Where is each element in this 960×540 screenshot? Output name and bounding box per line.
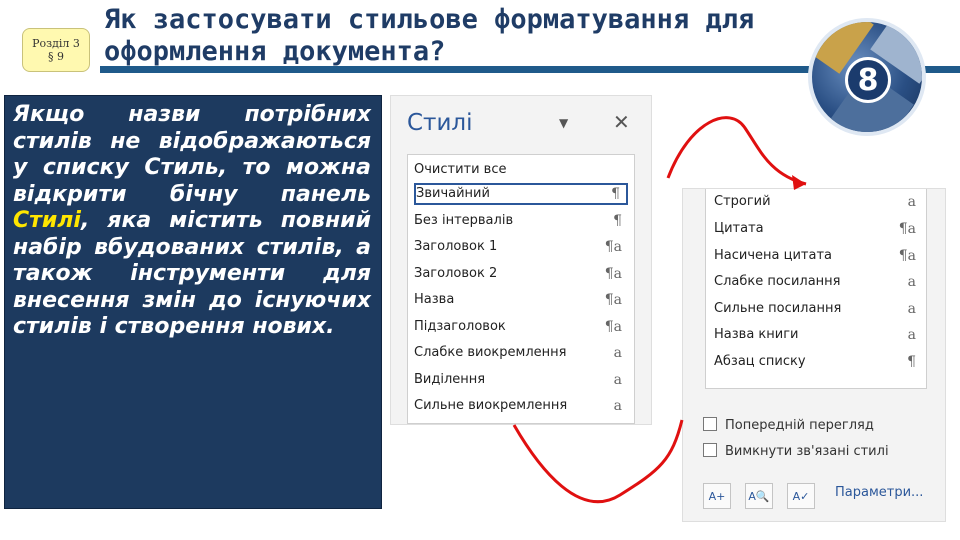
style-item-heading-1[interactable]: Заголовок 1 ¶a	[414, 236, 628, 258]
new-style-icon: A+	[708, 489, 726, 503]
styles-term-highlight: Стилі	[13, 208, 81, 233]
style-item-quote[interactable]: Цитата ¶a	[714, 218, 920, 240]
badge-paragraph: § 9	[48, 50, 64, 63]
style-type-mark: ¶a	[604, 319, 622, 335]
style-type-mark: a	[613, 345, 622, 361]
style-type-mark: ¶a	[604, 292, 622, 308]
style-item-intense-emphasis[interactable]: Сильне виокремлення a	[414, 395, 628, 417]
style-item-subtle-emphasis[interactable]: Слабке виокремлення a	[414, 342, 628, 364]
style-item-label: Заголовок 2	[414, 266, 498, 281]
style-item-strong[interactable]: Строгий a	[714, 191, 920, 213]
chevron-down-icon[interactable]: ▼	[559, 116, 568, 130]
style-type-mark: ¶	[907, 354, 916, 370]
section-badge: Розділ 3 § 9	[22, 28, 90, 72]
annotation-arrow-bottom	[512, 419, 684, 504]
style-type-mark: a	[907, 327, 916, 343]
manage-styles-button[interactable]: A✓	[787, 483, 815, 509]
grade-number: 8	[845, 57, 891, 103]
style-type-mark: a	[907, 194, 916, 210]
style-item-clear-all[interactable]: Очистити все	[414, 159, 628, 181]
style-item-intense-quote[interactable]: Насичена цитата ¶a	[714, 245, 920, 267]
page-title: Як застосувати стильове форматування для…	[104, 4, 755, 67]
style-inspector-button[interactable]: A🔍	[745, 483, 773, 509]
style-item-label: Назва	[414, 292, 455, 307]
new-style-button[interactable]: A+	[703, 483, 731, 509]
style-item-label: Очистити все	[414, 162, 507, 177]
style-item-emphasis[interactable]: Виділення a	[414, 369, 628, 391]
style-item-normal[interactable]: Звичайний ¶	[414, 183, 628, 205]
style-item-book-title[interactable]: Назва книги a	[714, 324, 920, 346]
style-item-list-paragraph[interactable]: Абзац списку ¶	[714, 351, 920, 373]
styles-list: Очистити все Звичайний ¶ Без інтервалів ¶ …	[407, 154, 635, 424]
style-type-mark: a	[613, 398, 622, 414]
checkbox-box[interactable]	[703, 443, 717, 457]
style-item-label: Абзац списку	[714, 354, 806, 369]
style-item-label: Без інтервалів	[414, 213, 514, 228]
badge-chapter: Розділ 3	[32, 37, 80, 50]
style-item-heading-2[interactable]: Заголовок 2 ¶a	[414, 263, 628, 285]
manage-styles-icon: A✓	[792, 489, 810, 503]
style-type-mark: a	[907, 301, 916, 317]
style-item-label: Строгий	[714, 194, 771, 209]
style-type-mark: ¶	[613, 213, 622, 229]
style-type-mark: a	[613, 372, 622, 388]
style-item-subtitle[interactable]: Підзаголовок ¶a	[414, 316, 628, 338]
styles-list-continued: Строгий a Цитата ¶a Насичена цитата ¶a Слаб…	[705, 189, 927, 389]
style-inspector-icon: A🔍	[748, 489, 770, 503]
style-item-label: Назва книги	[714, 327, 799, 342]
style-type-mark: ¶	[611, 186, 620, 202]
options-link[interactable]: Параметри...	[835, 485, 923, 500]
checkbox-label: Попередній перегляд	[725, 418, 874, 433]
style-item-label: Цитата	[714, 221, 764, 236]
style-type-mark: a	[907, 274, 916, 290]
style-item-label: Звичайний	[416, 186, 490, 201]
explanation-text: Якщо назви потрібних стилів не відобража…	[13, 102, 371, 341]
style-item-subtle-reference[interactable]: Слабке посилання a	[714, 271, 920, 293]
style-item-label: Виділення	[414, 372, 486, 387]
style-item-label: Сильне виокремлення	[414, 398, 568, 413]
style-item-label: Слабке посилання	[714, 274, 841, 289]
explanation-panel: Якщо назви потрібних стилів не відобража…	[4, 95, 382, 509]
checkbox-label: Вимкнути зв'язані стилі	[725, 444, 889, 459]
checkbox-box[interactable]	[703, 417, 717, 431]
explanation-part-1: Якщо назви потрібних стилів не відобража…	[13, 102, 371, 207]
style-type-mark: ¶a	[604, 239, 622, 255]
style-item-intense-reference[interactable]: Сильне посилання a	[714, 298, 920, 320]
style-type-mark: ¶a	[898, 221, 916, 237]
styles-pane-title: Стилі	[407, 110, 473, 136]
style-item-no-spacing[interactable]: Без інтервалів ¶	[414, 210, 628, 232]
show-preview-checkbox[interactable]: Попередній перегляд	[703, 417, 874, 437]
style-item-title[interactable]: Назва ¶a	[414, 289, 628, 311]
style-type-mark: ¶a	[604, 266, 622, 282]
style-type-mark: ¶a	[898, 248, 916, 264]
annotation-arrow-top	[666, 116, 807, 186]
style-item-label: Заголовок 1	[414, 239, 498, 254]
close-icon[interactable]: ✕	[613, 110, 630, 134]
styles-pane: Стилі ▼ ✕ Очистити все Звичайний ¶ Без ін…	[390, 95, 652, 425]
style-item-label: Сильне посилання	[714, 301, 842, 316]
disable-linked-styles-checkbox[interactable]: Вимкнути зв'язані стилі	[703, 443, 889, 463]
style-item-label: Підзаголовок	[414, 319, 506, 334]
style-item-label: Слабке виокремлення	[414, 345, 567, 360]
styles-pane-continued: Строгий a Цитата ¶a Насичена цитата ¶a Слаб…	[682, 188, 946, 522]
style-item-label: Насичена цитата	[714, 248, 832, 263]
